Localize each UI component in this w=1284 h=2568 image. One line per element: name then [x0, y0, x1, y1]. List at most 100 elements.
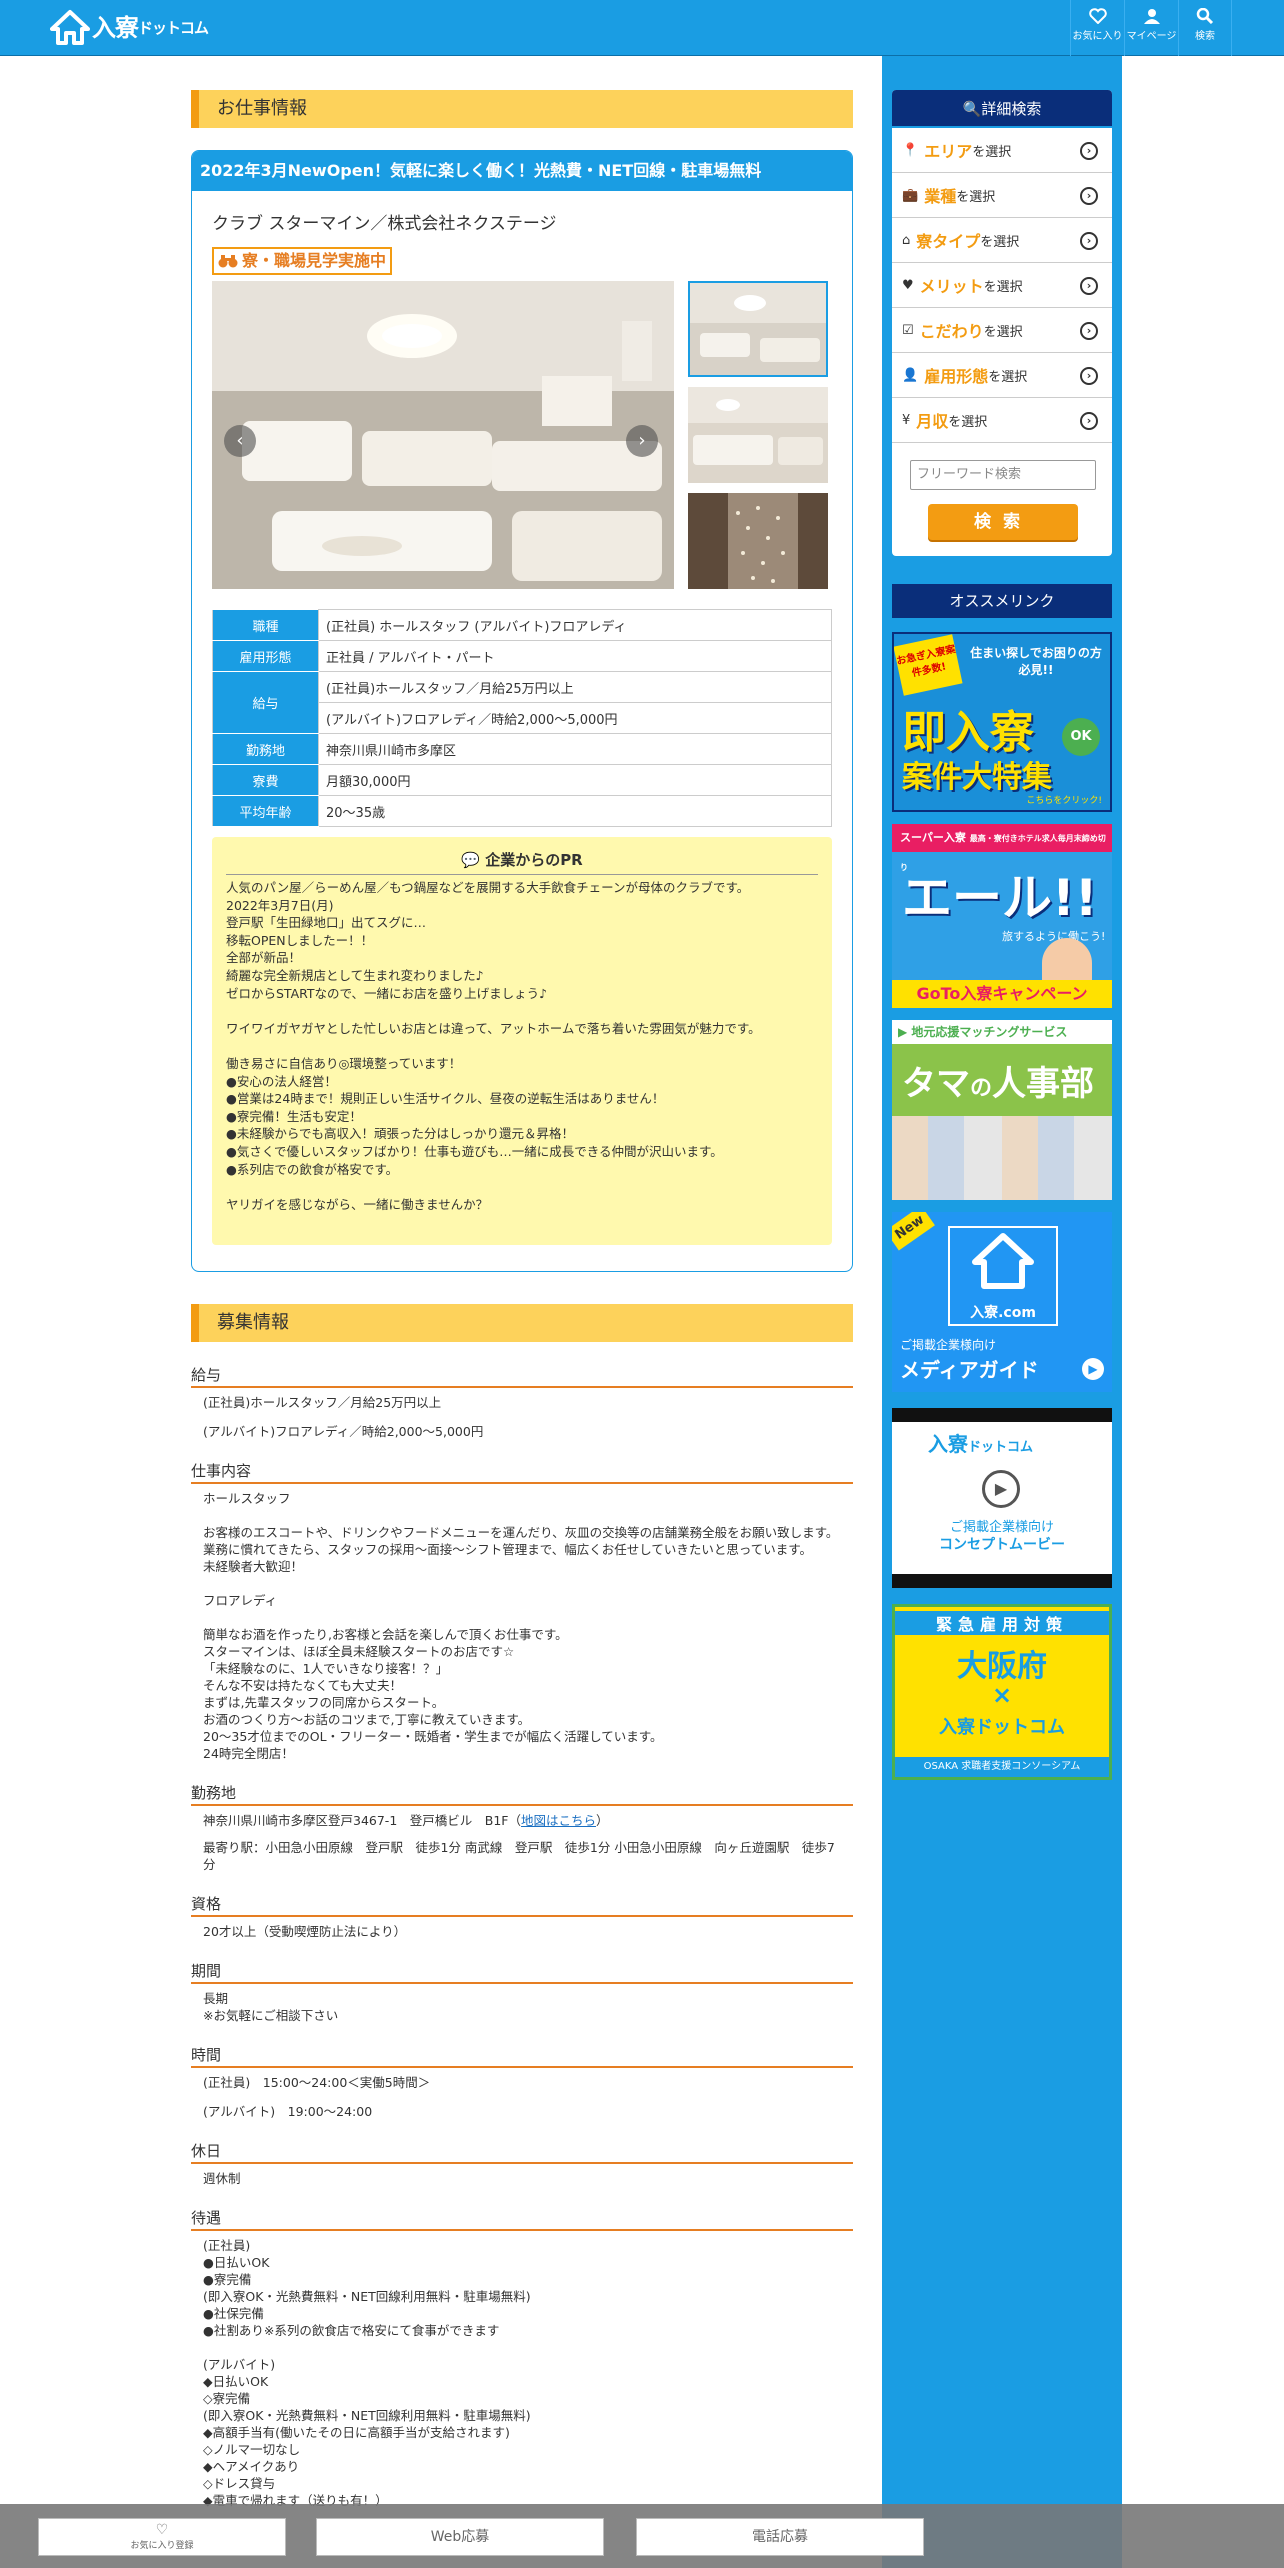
- phone-apply-button[interactable]: 電話応募: [636, 2518, 924, 2556]
- work-heading: 仕事内容: [191, 1456, 853, 1484]
- web-apply-button[interactable]: Web応募: [316, 2518, 604, 2556]
- search-icon: [1196, 8, 1214, 24]
- freeword-search-input[interactable]: フリーワード検索: [910, 460, 1096, 490]
- search-item-label: 寮タイプ: [916, 232, 981, 251]
- treatment-body: (正社員) ●日払いOK ●寮完備 (即入寮OK・光熱費無料・NET回線利用無料…: [191, 2231, 853, 2515]
- search-item-dorm-type[interactable]: ⌂ 寮タイプ を選択 ›: [892, 218, 1112, 263]
- chevron-right-icon: ›: [1080, 232, 1098, 250]
- job-summary-table: 職種 (正社員) ホールスタッフ (アルバイト)フロアレディ 雇用形態 正社員 / …: [212, 609, 832, 827]
- table-key: 職種: [212, 609, 319, 641]
- banner-headline: コンセプトムービー: [939, 1537, 1065, 1553]
- period-body: 長期 ※お気軽にご相談下さい: [203, 1991, 339, 2023]
- prev-photo-button[interactable]: ‹: [224, 425, 256, 457]
- play-icon: ▶: [898, 1025, 908, 1039]
- salary-line: (正社員)ホールスタッフ／月給25万円以上: [203, 1395, 442, 1410]
- table-row: 給与 (正社員)ホールスタッフ／月給25万円以上: [212, 671, 832, 734]
- time-line: (アルバイト) 19:00～24:00: [203, 2104, 373, 2119]
- pr-heading: 💬 企業からのPR: [226, 849, 818, 875]
- favorite-register-label: お気に入り登録: [130, 2541, 194, 2551]
- search-item-area[interactable]: 📍 エリア を選択 ›: [892, 128, 1112, 173]
- new-badge: New: [892, 1212, 935, 1251]
- banner-headline: エール!!: [902, 869, 1098, 927]
- banner-subtitle: 住まい探しでお困りの方必見!!: [970, 646, 1102, 677]
- recommend-links-title: オススメリンク: [892, 584, 1112, 618]
- map-link[interactable]: 地図はこちら: [521, 1813, 596, 1828]
- search-item-industry[interactable]: 💼 業種 を選択 ›: [892, 173, 1112, 218]
- chevron-right-icon: ›: [1080, 367, 1098, 385]
- film-perforation: [892, 1412, 1112, 1418]
- banner-yell[interactable]: スーパー入寮 最高・寮付きホテル求人毎月末締め切り エール!! 旅するように働こ…: [892, 824, 1112, 1008]
- site-logo[interactable]: 入寮 ドットコム: [50, 9, 209, 47]
- tour-badge: 寮・職場見学実施中: [212, 247, 393, 275]
- qualification-heading: 資格: [191, 1889, 853, 1917]
- banner-top-strip: 緊急雇用対策: [895, 1611, 1109, 1635]
- chevron-right-icon: ›: [1080, 142, 1098, 160]
- banner-footer: OSAKA 求職者支援コンソーシアム: [895, 1757, 1109, 1777]
- nav-search-button[interactable]: 検索: [1178, 0, 1232, 56]
- banner-concept-movie[interactable]: 入寮ドットコム ▶ ご掲載企業様向け コンセプトムービー: [892, 1408, 1112, 1588]
- user-icon: [1143, 9, 1160, 24]
- holiday-body: 週休制: [203, 2171, 241, 2186]
- search-item-label: 月収: [916, 412, 949, 431]
- treatment-parttime: (アルバイト) ◆日払いOK ◇寮完備 (即入寮OK・光熱費無料・NET回線利用…: [203, 2357, 531, 2508]
- people-photo-grid: [892, 1116, 1112, 1200]
- banner-immediate-dorm[interactable]: お急ぎ入寮案件多数! 住まい探しでお困りの方必見!! 即入寮 OK 案件大特集 …: [892, 632, 1112, 812]
- photo-thumbnail[interactable]: [688, 387, 828, 483]
- nav-mypage-button[interactable]: マイページ: [1124, 0, 1178, 56]
- banner-tama-jinjibu[interactable]: ▶ 地元応援マッチングサービス タマの人事部: [892, 1020, 1112, 1200]
- monitor-illustration: 入寮.com: [948, 1226, 1058, 1326]
- banner-ok-badge: OK: [1062, 718, 1100, 756]
- house-logo-icon: [972, 1233, 1034, 1289]
- search-item-label: 業種: [924, 187, 957, 206]
- pr-title: 企業からのPR: [485, 851, 583, 869]
- search-item-suffix: を選択: [972, 144, 1012, 160]
- banner-top-strip: スーパー入寮 最高・寮付きホテル求人毎月末締め切り: [892, 824, 1112, 872]
- banner-brand: スーパー入寮: [900, 831, 966, 844]
- logo-main-text: 入寮: [92, 14, 139, 42]
- banner-cta: こちらをクリック!: [1026, 796, 1102, 806]
- nav-favorites-button[interactable]: お気に入り: [1070, 0, 1124, 56]
- table-key: 勤務地: [212, 733, 319, 765]
- treatment-fulltime: (正社員) ●日払いOK ●寮完備 (即入寮OK・光熱費無料・NET回線利用無料…: [203, 2238, 531, 2338]
- period-heading: 期間: [191, 1956, 853, 1984]
- photo-thumbnail[interactable]: [688, 281, 828, 377]
- thumbnail-image: [688, 493, 828, 589]
- qualification-body: 20才以上（受動喫煙防止法により）: [203, 1924, 407, 1939]
- salary-line: (アルバイト)フロアレディ／時給2,000～5,000円: [203, 1424, 484, 1439]
- search-item-employment[interactable]: 👤 雇用形態 を選択 ›: [892, 353, 1112, 398]
- place-heading: 勤務地: [191, 1778, 853, 1806]
- table-row: 勤務地 神奈川県川崎市多摩区: [212, 733, 832, 765]
- photo-thumbnail[interactable]: [688, 493, 828, 589]
- search-item-label: メリット: [919, 277, 984, 296]
- banner-brand: 入寮.com: [970, 1305, 1036, 1321]
- banner-subtitle: ご掲載企業様向け: [900, 1338, 997, 1352]
- search-item-label: こだわり: [919, 322, 984, 341]
- next-photo-button[interactable]: ›: [626, 425, 658, 457]
- banner-media-guide[interactable]: New 入寮.com ご掲載企業様向け メディアガイド ▶: [892, 1212, 1112, 1392]
- search-item-suffix: を選択: [988, 369, 1028, 385]
- thumbnail-image: [688, 387, 828, 483]
- play-icon: ▶: [1082, 1358, 1104, 1380]
- time-body: (正社員) 15:00～24:00＜実働5時間＞ (アルバイト) 19:00～24…: [191, 2068, 853, 2126]
- main-photo: [212, 281, 674, 589]
- banner-word: 人事部: [992, 1064, 1095, 1104]
- search-item-income[interactable]: ¥ 月収 を選択 ›: [892, 398, 1112, 443]
- search-item-preference[interactable]: ☑ こだわり を選択 ›: [892, 308, 1112, 353]
- search-item-label: エリア: [924, 142, 973, 161]
- table-value: (正社員) ホールスタッフ (アルバイト)フロアレディ: [318, 609, 832, 641]
- table-key: 寮費: [212, 764, 319, 796]
- table-value: 20～35歳: [318, 795, 832, 827]
- search-item-merit[interactable]: ♥ メリット を選択 ›: [892, 263, 1112, 308]
- chevron-right-icon: ›: [1080, 187, 1098, 205]
- job-section-title: お仕事情報: [191, 90, 853, 128]
- table-value: 神奈川県川崎市多摩区: [318, 733, 832, 765]
- nav-search-label: 検索: [1195, 31, 1215, 42]
- banner-footer: GoTo入寮キャンペーン: [892, 980, 1112, 1008]
- table-value: (正社員)ホールスタッフ／月給25万円以上: [318, 671, 832, 703]
- clipboard-check-icon: ☑: [902, 322, 914, 338]
- banner-osaka[interactable]: 緊急雇用対策 大阪府 × 入寮ドットコム OSAKA 求職者支援コンソーシアム: [892, 1604, 1112, 1780]
- treatment-heading: 待遇: [191, 2203, 853, 2231]
- favorite-register-button[interactable]: ♡ お気に入り登録: [38, 2518, 286, 2556]
- job-card: 2022年3月NewOpen！気軽に楽しく働く！光熱費・NET回線・駐車場無料 …: [191, 150, 853, 1272]
- search-button[interactable]: 検索: [928, 504, 1078, 540]
